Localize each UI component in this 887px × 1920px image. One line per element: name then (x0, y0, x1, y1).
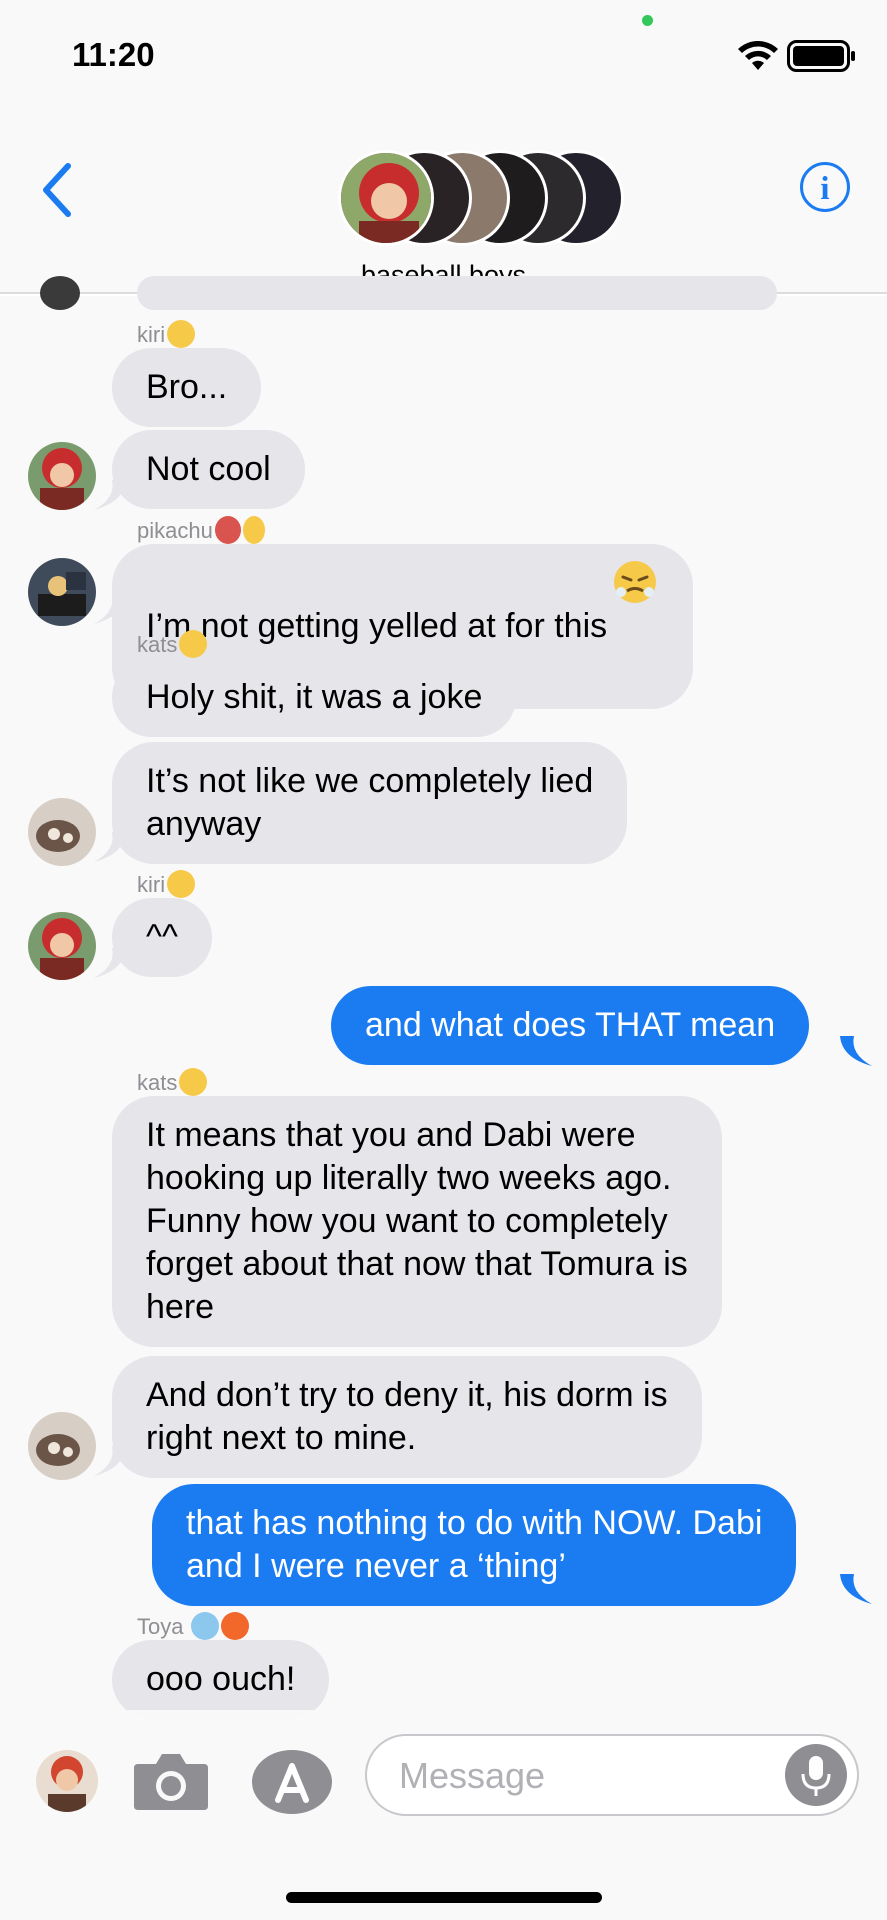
message-bubble-incoming[interactable]: ^^ (112, 898, 212, 977)
sender-name: Toya (137, 1612, 250, 1640)
avatar[interactable] (28, 558, 96, 626)
message-bubble-partial (137, 276, 777, 310)
info-glyph: i (820, 171, 830, 207)
message-bubble-incoming[interactable]: ooo ouch! (112, 1640, 330, 1719)
bubble-tail (840, 1036, 872, 1066)
camera-in-use-indicator (642, 15, 653, 26)
avatar[interactable] (28, 798, 96, 866)
avatar[interactable] (28, 912, 96, 980)
message-input[interactable] (399, 1752, 759, 1800)
camera-icon[interactable] (132, 1750, 210, 1812)
message-bubble-outgoing[interactable]: and what does THAT mean (331, 986, 810, 1065)
bubble-tail (94, 948, 126, 978)
message-bubble-incoming[interactable]: It’s not like we completely lied anyway (112, 742, 628, 864)
status-time: 11:20 (72, 36, 155, 73)
message-bubble-incoming[interactable]: And don’t try to deny it, his dorm is ri… (112, 1356, 702, 1478)
bubble-tail (840, 1574, 872, 1604)
bubble-tail (94, 594, 126, 624)
message-bubble-outgoing[interactable]: that has nothing to do with NOW. Dabi an… (152, 1484, 797, 1606)
microphone-icon[interactable] (785, 1744, 847, 1806)
sender-name: pikachu (137, 516, 265, 544)
sender-name: kiri (137, 320, 196, 348)
status-bar: 11:20 (0, 0, 887, 110)
group-member-avatar (338, 150, 434, 246)
info-icon[interactable]: i (800, 162, 850, 212)
message-bubble-incoming[interactable]: It means that you and Dabi were hooking … (112, 1096, 722, 1347)
sender-name: kats (137, 630, 208, 658)
message-input-bar (0, 1710, 887, 1920)
triumph-face-emoji-icon (614, 561, 657, 603)
message-bubble-incoming[interactable]: Holy shit, it was a joke (112, 658, 517, 737)
group-avatars[interactable] (338, 150, 624, 250)
bubble-tail (94, 480, 126, 510)
avatar[interactable] (28, 1412, 96, 1480)
conversation-header: baseball boys i (0, 110, 887, 294)
bubble-tail (94, 832, 126, 862)
message-bubble-incoming[interactable]: Bro... (112, 348, 262, 427)
battery-icon (787, 40, 855, 72)
avatar (40, 276, 80, 310)
avatar[interactable] (28, 442, 96, 510)
chevron-left-icon[interactable] (38, 162, 78, 218)
message-bubble-incoming[interactable]: Not cool (112, 430, 305, 509)
app-store-icon[interactable] (252, 1750, 332, 1814)
wifi-icon (738, 41, 778, 70)
sender-name: kiri (137, 870, 196, 898)
message-field[interactable] (365, 1734, 859, 1816)
sender-name: kats (137, 1068, 208, 1096)
home-indicator[interactable] (286, 1892, 602, 1903)
avatar[interactable] (36, 1750, 98, 1812)
message-list[interactable]: kiri Bro... Not cool pikachu I’m not get… (0, 276, 887, 1719)
bubble-tail (94, 1446, 126, 1476)
